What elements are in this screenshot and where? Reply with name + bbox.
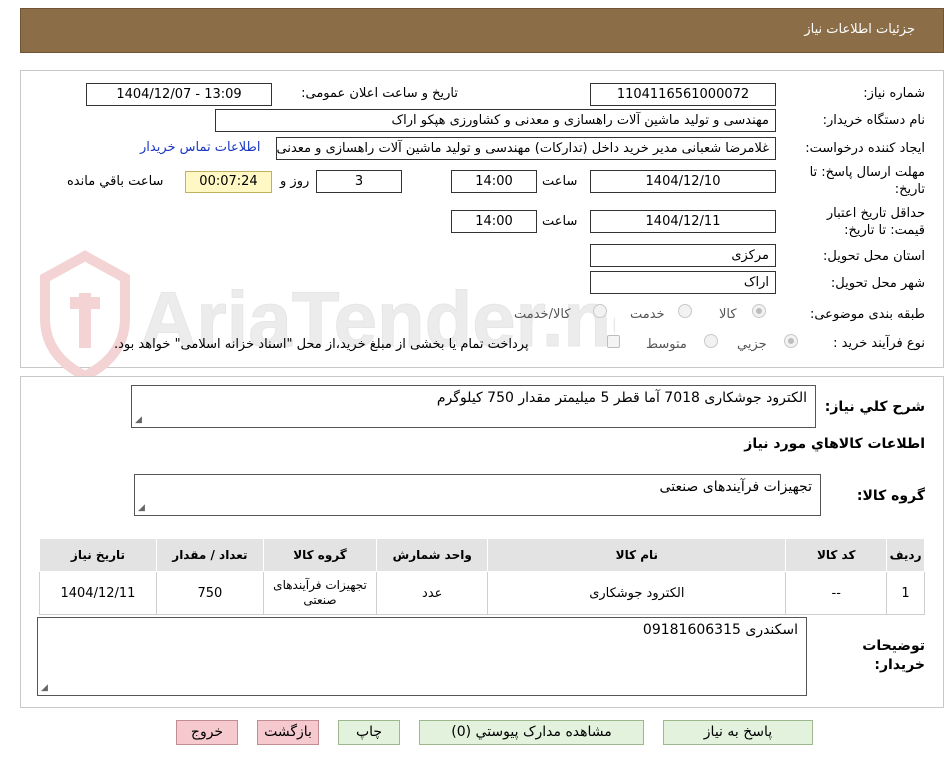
category-radio-service[interactable] xyxy=(678,304,692,318)
buyer-org-label: نام دستگاه خریدار: xyxy=(822,113,925,128)
province-field: مرکزی xyxy=(590,244,776,267)
need-number-field: 1104116561000072 xyxy=(590,83,776,106)
col-header-unit: واحد شمارش xyxy=(376,538,489,572)
buyer-notes-label-line2: خریدار: xyxy=(874,657,925,673)
goods-table: رديف کد کالا نام کالا واحد شمارش گروه کا… xyxy=(39,538,925,615)
goods-table-wrap: رديف کد کالا نام کالا واحد شمارش گروه کا… xyxy=(39,538,925,615)
resize-grip-icon[interactable]: ◢ xyxy=(135,415,142,425)
requester-field: غلامرضا شعبانی مدیر خرید داخل (تدارکات) … xyxy=(276,137,776,160)
validity-date-field: 1404/12/11 xyxy=(590,210,776,233)
reply-button[interactable]: پاسخ به نیاز xyxy=(663,720,813,745)
cell-code: -- xyxy=(785,571,888,615)
resize-grip-icon[interactable]: ◢ xyxy=(41,683,48,693)
summary-textarea[interactable]: الکترود جوشکاری 7018 آما قطر 5 میلیمتر م… xyxy=(131,385,816,428)
announce-field: 1404/12/07 - 13:09 xyxy=(86,83,272,106)
watermark-shield-icon xyxy=(40,250,130,382)
goods-group-text: تجهیزات فرآیندهای صنعتی xyxy=(659,479,812,495)
page-title: جزئیات اطلاعات نیاز xyxy=(804,22,915,37)
category-radio-goods-service[interactable] xyxy=(593,304,607,318)
deadline-label-line2: تاریخ: xyxy=(894,182,925,197)
table-header-row: رديف کد کالا نام کالا واحد شمارش گروه کا… xyxy=(39,538,925,572)
remaining-time-field: 00:07:24 xyxy=(185,171,272,193)
attachments-button[interactable]: مشاهده مدارک پیوستي (0) xyxy=(419,720,644,745)
page-header: جزئیات اطلاعات نیاز xyxy=(20,8,944,53)
buyer-notes-textarea[interactable]: اسکندری 09181606315 ◢ xyxy=(37,617,807,696)
buyer-notes-label-line1: توضیحات xyxy=(862,638,925,654)
province-label: استان محل تحویل: xyxy=(823,249,925,264)
category-radio-goods[interactable] xyxy=(752,304,766,318)
back-button[interactable]: بازگشت xyxy=(257,720,319,745)
goods-group-textarea[interactable]: تجهیزات فرآیندهای صنعتی ◢ xyxy=(134,474,821,516)
requester-label: ایجاد کننده درخواست: xyxy=(805,141,925,156)
need-number-label: شماره نیاز: xyxy=(863,86,925,101)
goods-group-label: گروه کالا: xyxy=(856,488,925,504)
category-label: طبقه بندی موضوعی: xyxy=(809,307,925,322)
deadline-time-field: 14:00 xyxy=(451,170,537,193)
col-header-date: تاريخ نياز xyxy=(39,538,157,572)
announce-label: تاریخ و ساعت اعلان عمومی: xyxy=(301,86,458,101)
treasury-checkbox-label: پرداخت تمام یا بخشی از مبلغ خرید،از محل … xyxy=(114,337,529,352)
remaining-label: ساعت باقي مانده xyxy=(67,174,164,189)
validity-label-line1: حداقل تاریخ اعتبار xyxy=(826,206,925,221)
col-header-row-num: رديف xyxy=(886,538,925,572)
buyer-notes-text: اسکندری 09181606315 xyxy=(642,622,798,638)
process-radio-medium[interactable] xyxy=(704,334,718,348)
category-option-service: خدمت xyxy=(630,307,665,322)
print-button[interactable]: چاپ xyxy=(338,720,400,745)
summary-text: الکترود جوشکاری 7018 آما قطر 5 میلیمتر م… xyxy=(436,390,807,406)
category-option-goods-service: کالا/خدمت xyxy=(514,307,571,322)
goods-section-title: اطلاعات کالاهاي مورد نياز xyxy=(744,436,925,452)
table-row: 1 -- الکترود جوشکاری عدد تجهیزات فرآینده… xyxy=(39,571,925,615)
col-header-group: گروه کالا xyxy=(262,538,378,572)
col-header-name: نام کالا xyxy=(487,538,787,572)
buyer-org-field: مهندسی و تولید ماشین آلات راهسازی و معدن… xyxy=(215,109,776,132)
resize-grip-icon[interactable]: ◢ xyxy=(138,503,145,513)
process-option-minor: جزیي xyxy=(737,337,767,352)
city-label: شهر محل تحویل: xyxy=(830,276,925,291)
deadline-days-field: 3 xyxy=(316,170,402,193)
cell-row-num: 1 xyxy=(886,571,925,615)
col-header-code: کد کالا xyxy=(785,538,888,572)
process-option-medium: متوسط xyxy=(646,337,687,352)
cell-name: الکترود جوشکاری xyxy=(487,571,787,615)
validity-time-label: ساعت xyxy=(542,214,578,229)
process-radio-minor[interactable] xyxy=(784,334,798,348)
treasury-checkbox[interactable] xyxy=(607,335,620,348)
cell-date: 1404/12/11 xyxy=(39,571,157,615)
category-option-goods: کالا xyxy=(719,307,737,322)
cell-qty: 750 xyxy=(155,571,264,615)
summary-label: شرح کلي نياز: xyxy=(824,399,925,415)
buyer-contact-link[interactable]: اطلاعات تماس خریدار xyxy=(140,140,260,155)
exit-button[interactable]: خروج xyxy=(176,720,238,745)
days-label: روز و xyxy=(280,174,310,189)
deadline-time-label: ساعت xyxy=(542,174,578,189)
validity-time-field: 14:00 xyxy=(451,210,537,233)
deadline-date-field: 1404/12/10 xyxy=(590,170,776,193)
cell-group: تجهیزات فرآیندهای صنعتی xyxy=(262,571,378,615)
process-label: نوع فرآیند خرید : xyxy=(833,336,925,351)
cell-unit: عدد xyxy=(376,571,489,615)
col-header-qty: تعداد / مقدار xyxy=(155,538,264,572)
validity-label-line2: قیمت: تا تاریخ: xyxy=(844,223,925,238)
city-field: اراک xyxy=(590,271,776,294)
deadline-label-line1: مهلت ارسال پاسخ: تا xyxy=(809,165,925,180)
